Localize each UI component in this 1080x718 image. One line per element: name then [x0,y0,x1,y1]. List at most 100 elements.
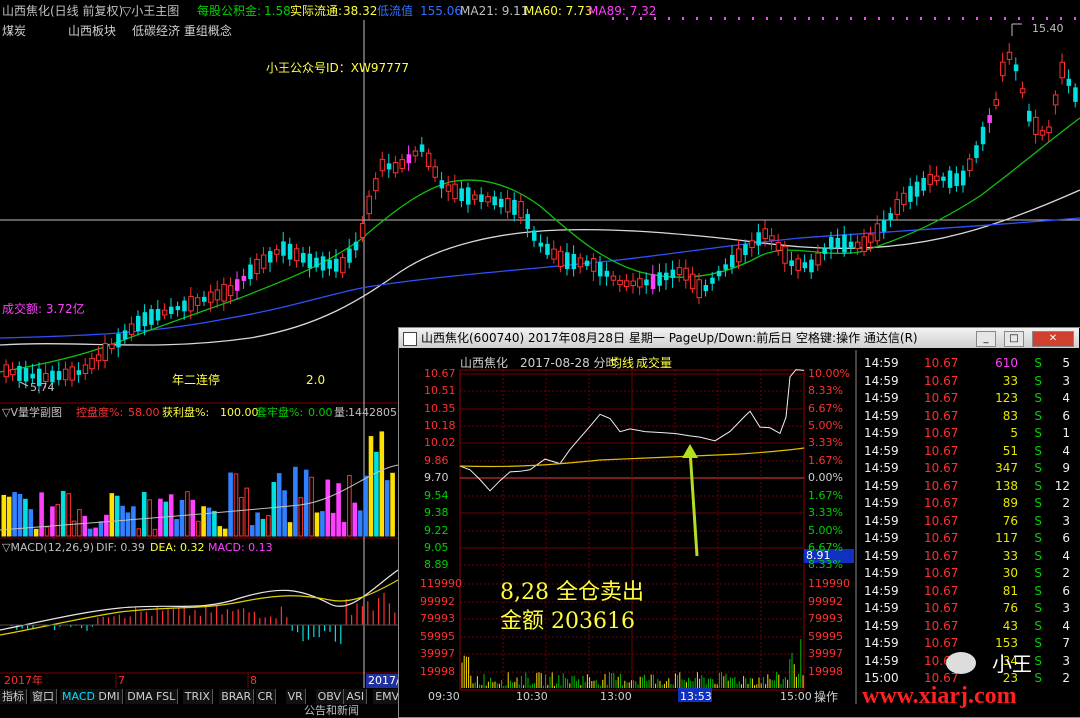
volume-tick: 59995 [808,630,843,643]
volume-bar [44,526,50,537]
tick-row[interactable]: 14:59 10.67 33 S 4 [860,548,1080,566]
candle [432,159,438,182]
tick-row[interactable]: 14:59 10.67 33 S 3 [860,373,1080,391]
price-tick: 10.51 [424,384,456,397]
tick-price: 10.67 [924,636,959,650]
tick-row[interactable]: 14:59 10.67 83 S 6 [860,408,1080,426]
tick-row[interactable]: 14:59 10.67 5 S 1 [860,425,1080,443]
low-price-label: 5.74 [30,381,55,394]
tick-row[interactable]: 14:59 10.67 138 S 12 [860,478,1080,496]
tab-trix[interactable]: TRIX [182,689,213,704]
tick-row[interactable]: 14:59 10.67 117 S 6 [860,530,1080,548]
candle [89,352,95,375]
tick-row[interactable]: 14:59 10.67 347 S 9 [860,460,1080,478]
minimize-button[interactable]: _ [976,331,996,347]
candle [598,255,603,286]
tick-time: 14:59 [864,583,899,598]
tab-dmi[interactable]: DMI [96,689,123,704]
tick-volume: 76 [1002,513,1018,528]
volume-bar [314,512,320,537]
tick-volume: 76 [1002,601,1018,615]
tab-vr[interactable]: VR [285,689,306,704]
percent-tick: 6.67% [808,402,843,415]
volume-panel-title[interactable]: ▽V量学副图 [2,406,62,420]
tick-time: 14:59 [864,636,899,650]
tick-side: S [1034,601,1042,615]
tick-row[interactable]: 14:59 10.67 43 S 4 [860,618,1080,636]
volume-bar [131,506,136,537]
tick-row[interactable]: 14:59 10.67 89 S 2 [860,495,1080,513]
tick-row[interactable]: 14:59 10.67 153 S 7 [860,635,1080,653]
volume-bar [104,514,109,537]
candle [769,228,775,250]
candle [241,268,247,289]
operation-button[interactable]: 操作 [814,690,838,704]
dea-value: DEA: 0.32 [150,541,205,554]
close-button[interactable]: ✕ [1032,331,1074,347]
high-price-label: 15.40 [1032,22,1064,35]
tab-dma[interactable]: DMA [125,689,156,704]
volume-bar [309,476,314,537]
candle [927,164,933,193]
tick-side: S [1034,496,1042,510]
tab-brar[interactable]: BRAR [219,689,255,704]
candle [102,335,108,369]
candle [182,296,187,320]
tick-count: 4 [1062,443,1070,458]
volume-bar [109,493,115,537]
profit-ratio-label: 获利盘%: [162,406,210,419]
candle [974,141,979,164]
tab-cr[interactable]: CR [255,689,276,704]
maximize-button[interactable]: □ [1004,331,1024,347]
low-float-value: 155.06 [420,4,462,18]
percent-tick: 3.33% [808,436,843,449]
tick-volume: 153 [995,636,1018,650]
candle [716,265,722,281]
candle [56,361,62,386]
tick-row[interactable]: 14:59 10.67 51 S 4 [860,443,1080,461]
intraday-stock-name: 山西焦化 [460,356,509,370]
tick-row[interactable]: 14:59 10.67 76 S 3 [860,513,1080,531]
tick-price: 10.67 [924,531,959,545]
candle [604,262,610,286]
tick-count: 6 [1062,408,1070,423]
candle [789,251,794,275]
watermark-name: 小王 [992,652,1032,676]
stock-title[interactable]: 山西焦化(日线 前复权) [2,4,123,18]
tick-volume: 43 [1002,618,1018,633]
volume-bar [266,515,271,537]
tick-side: S [1034,618,1042,633]
tick-row[interactable]: 14:59 10.67 30 S 2 [860,565,1080,583]
cursor-price-tag: 8.91 [806,549,831,562]
tab-asi[interactable]: ASI [344,689,368,704]
tab-macd[interactable]: MACD [60,689,98,704]
volume-bar [233,473,239,537]
tick-row[interactable]: 14:59 10.67 76 S 3 [860,600,1080,618]
tick-price: 10.67 [924,426,959,440]
candle [10,362,16,382]
tab-fsl[interactable]: FSL [154,689,179,704]
time-tick: 15:00 [780,690,812,703]
tick-row[interactable]: 14:59 10.67 123 S 4 [860,390,1080,408]
tab-obv[interactable]: OBV [315,689,344,704]
candle [775,233,782,256]
tick-row[interactable]: 14:59 10.67 610 S 5 [860,355,1080,373]
volume-bar [206,507,212,537]
macd-panel-title[interactable]: ▽MACD(12,26,9) [2,541,94,555]
limit-streak-label: 年二连停 [172,373,221,387]
candle [1052,90,1059,115]
volume-bar [152,528,158,537]
tab-窗口[interactable]: 窗口 [30,689,57,704]
volume-bar [363,475,368,537]
volume-value: 1442805 [348,406,397,419]
tab-指标[interactable]: 指标 [0,689,27,704]
candle [274,244,280,263]
theme-dropdown[interactable]: ▽小王主图 [122,4,179,18]
tick-row[interactable]: 14:59 10.67 81 S 6 [860,583,1080,601]
percent-tick: 5.00% [808,524,843,537]
volume-bar [33,528,39,537]
candle [1000,52,1006,82]
candle [1019,81,1026,99]
tick-count: 7 [1062,636,1070,650]
candle [934,166,940,186]
